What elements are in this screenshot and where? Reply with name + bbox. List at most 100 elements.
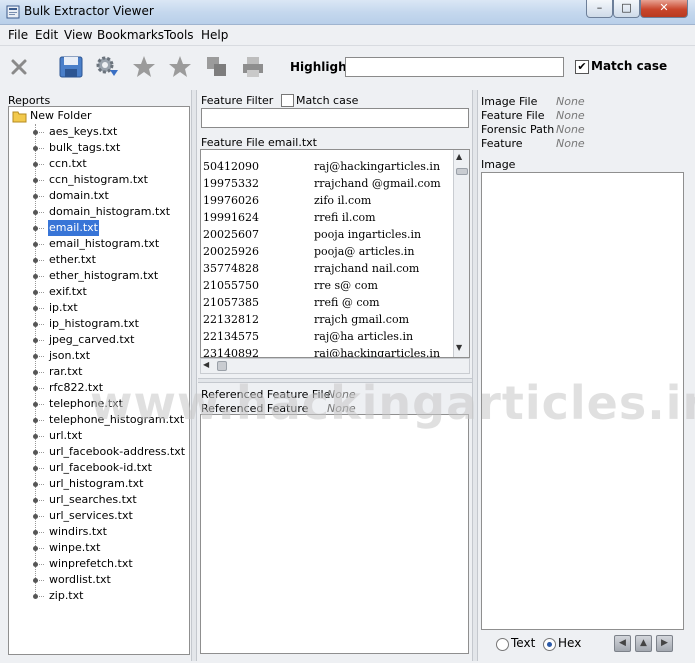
menu-file[interactable]: File: [8, 28, 28, 42]
feature-list-hscrollbar[interactable]: ◀: [200, 358, 470, 374]
tree-item[interactable]: domain.txt: [48, 188, 110, 204]
feature-offset: 19975332: [203, 177, 259, 190]
meta-feature-value: None: [556, 137, 585, 150]
tree-leaf-icon: [33, 530, 38, 535]
feature-offset: 22132812: [203, 313, 259, 326]
tree-item[interactable]: email_histogram.txt: [48, 236, 160, 252]
menu-help[interactable]: Help: [201, 28, 228, 42]
tree-leaf-icon: [33, 322, 38, 327]
tree-item[interactable]: url_facebook-address.txt: [48, 444, 186, 460]
scroll-left-icon[interactable]: ◀: [203, 360, 209, 369]
gear-icon[interactable]: [94, 54, 120, 80]
tree-item[interactable]: aes_keys.txt: [48, 124, 118, 140]
save-icon[interactable]: [58, 54, 84, 80]
scroll-up-icon[interactable]: ▲: [456, 152, 462, 161]
tree-item[interactable]: rar.txt: [48, 364, 83, 380]
tree-item[interactable]: url_histogram.txt: [48, 476, 144, 492]
print-icon[interactable]: [240, 54, 266, 80]
tree-item[interactable]: windirs.txt: [48, 524, 108, 540]
tree-item[interactable]: url_facebook-id.txt: [48, 460, 153, 476]
referenced-feature-panel[interactable]: [200, 414, 469, 654]
feature-filter-match-case-checkbox[interactable]: [281, 94, 294, 107]
highlight-input[interactable]: [345, 57, 564, 77]
tree-leaf-icon: [33, 242, 38, 247]
meta-feature-label: Feature: [481, 137, 523, 150]
tree-leaf-icon: [33, 498, 38, 503]
tree-item[interactable]: ether.txt: [48, 252, 97, 268]
tree-item[interactable]: ccn.txt: [48, 156, 88, 172]
hscroll-thumb[interactable]: [217, 361, 227, 371]
tree-leaf-icon: [33, 450, 38, 455]
close-icon[interactable]: [8, 56, 30, 78]
tree-leaf-icon: [33, 370, 38, 375]
minimize-button[interactable]: –: [586, 0, 613, 18]
feature-value: raj@hackingarticles.in: [314, 347, 441, 358]
feature-value: raj@ha articles.in: [314, 330, 414, 343]
image-file-label: Image File: [481, 95, 538, 108]
tree-item[interactable]: winpe.txt: [48, 540, 101, 556]
tree-leaf-icon: [33, 466, 38, 471]
image-label: Image: [481, 158, 516, 171]
tree-item[interactable]: domain_histogram.txt: [48, 204, 171, 220]
text-mode-radio[interactable]: [496, 638, 509, 651]
tree-item[interactable]: ether_histogram.txt: [48, 268, 159, 284]
feature-value: rrefi il.com: [314, 211, 376, 224]
highlight-match-case-label: Match case: [591, 59, 668, 73]
menu-edit[interactable]: Edit: [35, 28, 58, 42]
feature-filter-match-case-label: Match case: [296, 94, 359, 107]
feature-value: pooja@ articles.in: [314, 245, 415, 258]
tree-item[interactable]: ip_histogram.txt: [48, 316, 140, 332]
tree-leaf-icon: [33, 594, 38, 599]
tree-item[interactable]: email.txt: [47, 219, 100, 237]
tree-leaf-icon: [33, 482, 38, 487]
tree-leaf-icon: [33, 274, 38, 279]
feature-list[interactable]: 50412090 raj@hackingarticles.in 19975332 rr…: [200, 149, 470, 358]
scroll-down-icon[interactable]: ▼: [456, 343, 462, 352]
maximize-button[interactable]: □: [613, 0, 640, 18]
feature-value: raj@hackingarticles.in: [314, 160, 441, 173]
tree-item[interactable]: ip.txt: [48, 300, 79, 316]
tree-leaf-icon: [33, 354, 38, 359]
tree-item[interactable]: url_searches.txt: [48, 492, 138, 508]
tree-item[interactable]: json.txt: [48, 348, 91, 364]
close-window-button[interactable]: ✕: [640, 0, 688, 18]
tree-leaf-icon: [33, 562, 38, 567]
folder-icon: [12, 111, 27, 123]
feature-list-vscrollbar[interactable]: ▲ ▼: [453, 150, 469, 357]
tree-item[interactable]: wordlist.txt: [48, 572, 112, 588]
hex-mode-radio[interactable]: [543, 638, 556, 651]
tree-leaf-icon: [33, 178, 38, 183]
star-add-icon[interactable]: [131, 54, 157, 80]
feature-offset: 19976026: [203, 194, 259, 207]
tree-item[interactable]: winprefetch.txt: [48, 556, 134, 572]
menu-view[interactable]: View: [64, 28, 92, 42]
menu-bookmarks[interactable]: Bookmarks: [97, 28, 164, 42]
tree-leaf-icon: [33, 514, 38, 519]
tree-leaf-icon: [33, 578, 38, 583]
tree-item[interactable]: exif.txt: [48, 284, 88, 300]
feature-value: pooja ingarticles.in: [314, 228, 422, 241]
star-icon[interactable]: [167, 54, 193, 80]
tree-folder-new-folder[interactable]: New Folder: [29, 108, 92, 124]
prev-page-icon[interactable]: ◀: [614, 635, 631, 652]
feature-offset: 20025607: [203, 228, 259, 241]
next-page-icon[interactable]: ▶: [656, 635, 673, 652]
tree-item[interactable]: ccn_histogram.txt: [48, 172, 149, 188]
tree-leaf-icon: [33, 418, 38, 423]
tree-item[interactable]: url.txt: [48, 428, 83, 444]
copy-icon[interactable]: [204, 54, 230, 80]
feature-value: zifo il.com: [314, 194, 372, 207]
vscroll-thumb[interactable]: [456, 168, 468, 175]
tree-item[interactable]: url_services.txt: [48, 508, 134, 524]
tree-leaf-icon: [33, 306, 38, 311]
tree-item[interactable]: zip.txt: [48, 588, 84, 604]
home-page-icon[interactable]: ▲: [635, 635, 652, 652]
meta-feature-file-value: None: [556, 109, 585, 122]
forensic-path-value: None: [556, 123, 585, 136]
menu-tools[interactable]: Tools: [164, 28, 194, 42]
feature-filter-input[interactable]: [201, 108, 469, 128]
feature-offset: 22134575: [203, 330, 259, 343]
highlight-match-case-checkbox[interactable]: ✔: [575, 60, 589, 74]
tree-item[interactable]: jpeg_carved.txt: [48, 332, 136, 348]
tree-item[interactable]: bulk_tags.txt: [48, 140, 121, 156]
